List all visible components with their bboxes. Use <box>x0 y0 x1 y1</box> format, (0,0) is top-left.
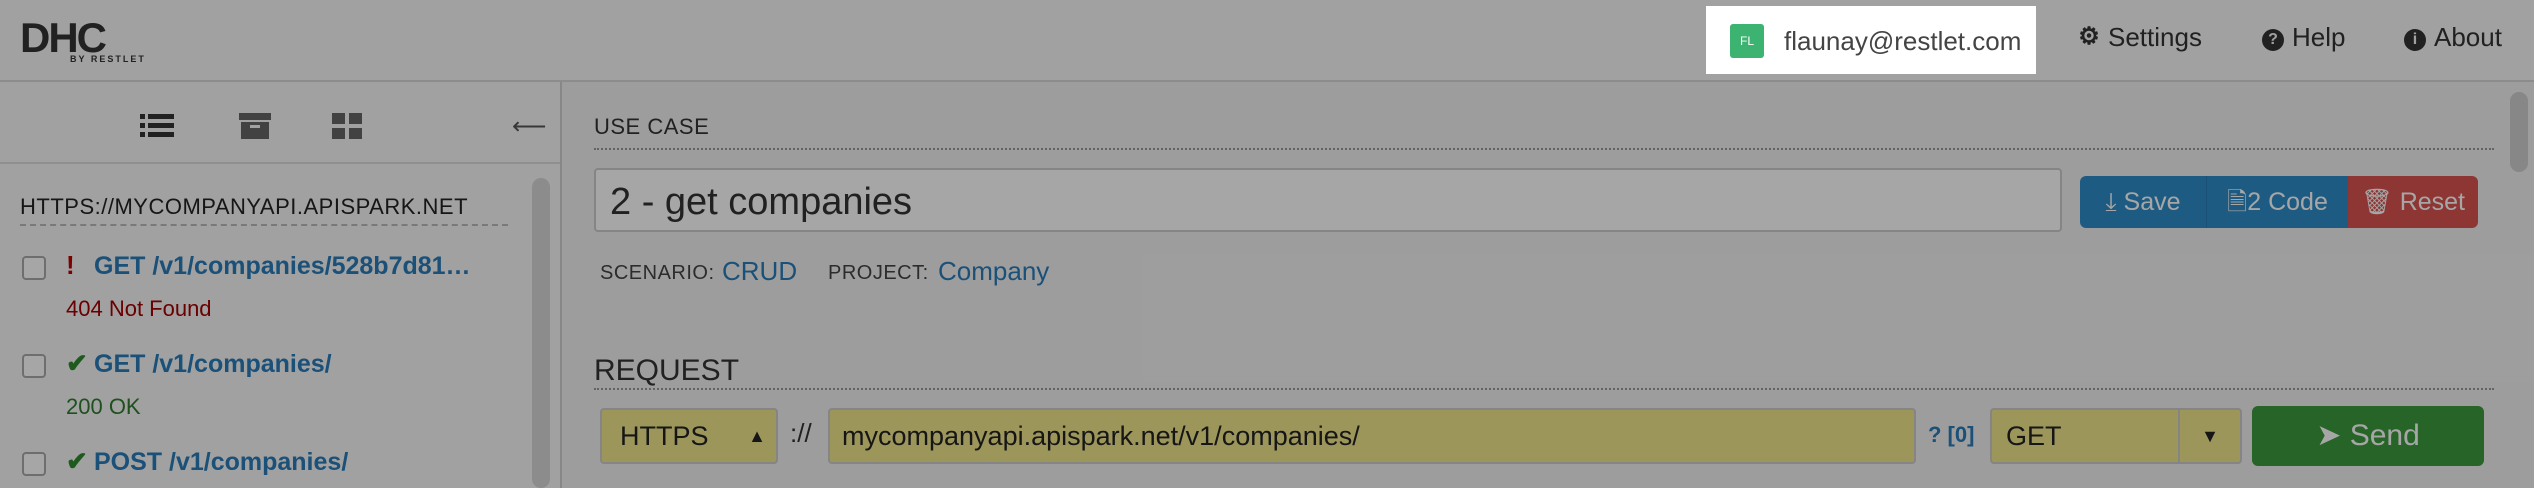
collapse-sidebar-icon[interactable]: ⟵ <box>512 112 546 141</box>
check-icon: ✔ <box>66 446 88 476</box>
about-label: About <box>2434 22 2502 52</box>
save-label: Save <box>2123 188 2181 216</box>
send-button[interactable]: ➤ Send <box>2252 406 2484 466</box>
dhc-logo[interactable]: DHC BY RESTLET <box>20 14 160 66</box>
history-item-checkbox[interactable] <box>22 256 46 280</box>
main-scrollbar[interactable] <box>2510 92 2528 172</box>
top-header: DHC BY RESTLET ⚙ Settings ? Help i About <box>0 0 2534 82</box>
method-value: GET <box>2006 421 2062 451</box>
grid-view-icon[interactable] <box>330 112 364 140</box>
scheme-separator: :// <box>790 418 812 448</box>
sidebar-scrollbar[interactable] <box>532 178 550 488</box>
scheme-value: HTTPS <box>620 421 709 451</box>
about-link[interactable]: i About <box>2404 20 2502 54</box>
history-item-title[interactable]: GET /v1/companies/ <box>94 350 332 379</box>
reset-button[interactable]: 🗑 Reset <box>2348 176 2478 228</box>
code-label: 2 Code <box>2247 188 2328 216</box>
user-menu[interactable]: FL flaunay@restlet.com <box>1706 6 2036 74</box>
scenario-link[interactable]: CRUD <box>722 256 797 287</box>
check-icon: ✔ <box>66 348 88 378</box>
gear-icon: ⚙ <box>2078 23 2100 50</box>
project-link[interactable]: Company <box>938 256 1049 287</box>
paper-plane-icon: ➤ <box>2316 419 2342 452</box>
scheme-select[interactable]: HTTPS ▲ <box>600 408 778 464</box>
settings-label: Settings <box>2108 22 2202 52</box>
host-group-label: HTTPS://MYCOMPANYAPI.APISPARK.NET <box>20 194 508 226</box>
request-heading: REQUEST <box>594 354 740 387</box>
download-icon: ⤓ <box>2105 188 2117 216</box>
archive-icon[interactable] <box>238 112 272 140</box>
sidebar-toolbar: ⟵ <box>0 82 560 164</box>
divider <box>594 388 2494 390</box>
reset-label: Reset <box>2399 188 2465 216</box>
scenario-label: SCENARIO: <box>600 262 715 284</box>
main-panel: USE CASE 2 - get companies ⤓ Save 🗎2 Cod… <box>562 82 2534 488</box>
url-input[interactable]: mycompanyapi.apispark.net/v1/companies/ <box>828 408 1916 464</box>
project-label: PROJECT: <box>828 262 929 284</box>
logo-subtitle: BY RESTLET <box>70 54 146 64</box>
send-label: Send <box>2349 419 2420 452</box>
avatar: FL <box>1730 24 1764 58</box>
chevron-down-icon[interactable]: ▼ <box>2178 410 2240 462</box>
help-label: Help <box>2292 22 2346 52</box>
history-sidebar: ⟵ HTTPS://MYCOMPANYAPI.APISPARK.NET ! GE… <box>0 82 562 488</box>
history-item-checkbox[interactable] <box>22 354 46 378</box>
app-root: DHC BY RESTLET ⚙ Settings ? Help i About <box>0 0 2534 488</box>
divider <box>594 148 2494 150</box>
select-arrows-icon: ▲ <box>748 426 766 446</box>
history-item-checkbox[interactable] <box>22 452 46 476</box>
error-icon: ! <box>66 250 75 280</box>
save-button[interactable]: ⤓ Save <box>2080 176 2206 228</box>
use-case-heading: USE CASE <box>594 114 710 139</box>
user-email: flaunay@restlet.com <box>1784 26 2022 56</box>
question-circle-icon: ? <box>2262 29 2284 51</box>
history-item-title[interactable]: POST /v1/companies/ <box>94 448 348 477</box>
use-case-name-input[interactable]: 2 - get companies <box>594 168 2062 232</box>
method-select[interactable]: GET ▼ <box>1990 408 2242 464</box>
query-params-toggle[interactable]: ? [0] <box>1928 422 1974 448</box>
history-item-status: 404 Not Found <box>66 296 212 321</box>
info-circle-icon: i <box>2404 29 2426 51</box>
file-icon: 🗎 <box>2227 188 2248 216</box>
list-view-icon[interactable] <box>140 112 174 140</box>
code-button[interactable]: 🗎2 Code <box>2206 176 2348 228</box>
trash-icon: 🗑 <box>2360 188 2393 216</box>
history-item-status: 200 OK <box>66 394 141 419</box>
settings-link[interactable]: ⚙ Settings <box>2078 20 2202 54</box>
help-link[interactable]: ? Help <box>2262 20 2345 54</box>
history-item-title[interactable]: GET /v1/companies/528b7d81… <box>94 252 471 281</box>
